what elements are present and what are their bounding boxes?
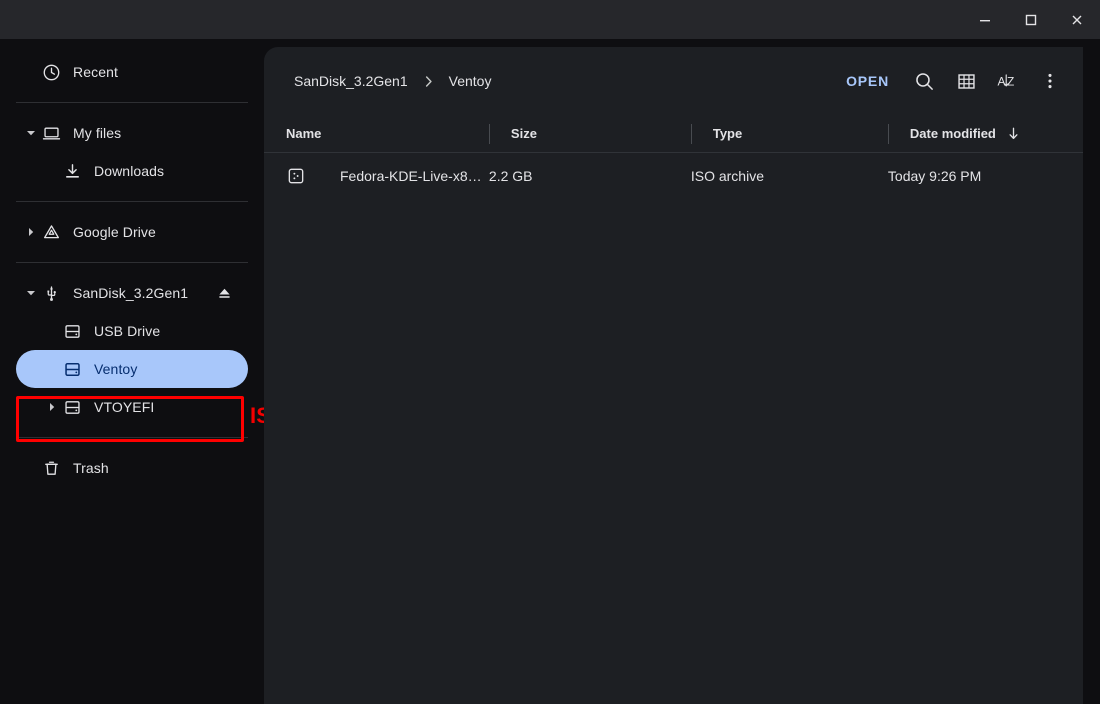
breadcrumb-item-current[interactable]: Ventoy xyxy=(441,67,500,95)
column-divider xyxy=(690,123,692,144)
sidebar-item-label: Trash xyxy=(73,460,109,476)
column-header-size[interactable]: Size xyxy=(488,115,691,153)
column-header-date-modified[interactable]: Date modified xyxy=(887,115,1083,153)
hard-drive-icon xyxy=(62,321,82,341)
chevron-right-icon[interactable] xyxy=(42,397,62,417)
open-button[interactable]: OPEN xyxy=(832,65,903,97)
sidebar-item-sandisk[interactable]: SanDisk_3.2Gen1 xyxy=(16,274,248,312)
sidebar-divider xyxy=(16,201,248,202)
file-list-header: Name Size Type Date modified xyxy=(264,115,1083,153)
sidebar-item-label: Google Drive xyxy=(73,224,156,240)
sidebar-item-label: Ventoy xyxy=(94,361,138,377)
column-divider xyxy=(488,123,490,144)
sidebar-item-ventoy[interactable]: Ventoy xyxy=(16,350,248,388)
sidebar-divider xyxy=(16,102,248,103)
hard-drive-icon xyxy=(62,359,82,379)
column-header-type[interactable]: Type xyxy=(690,115,888,153)
sidebar-item-label: Downloads xyxy=(94,163,165,179)
sidebar-item-recent[interactable]: Recent xyxy=(16,53,248,91)
computer-icon xyxy=(41,123,61,143)
breadcrumb: SanDisk_3.2Gen1 Ventoy xyxy=(286,67,832,95)
sidebar-divider xyxy=(16,437,248,438)
window-title-bar xyxy=(0,0,1100,39)
sidebar-item-vtoyefi[interactable]: VTOYEFI xyxy=(16,388,248,426)
file-name: Fedora-KDE-Live-x86… xyxy=(340,168,489,184)
chevron-right-icon xyxy=(416,75,441,88)
close-button[interactable] xyxy=(1054,0,1100,39)
chevron-down-icon[interactable] xyxy=(21,123,41,143)
download-icon xyxy=(62,161,82,181)
sidebar-item-my-files[interactable]: My files xyxy=(16,114,248,152)
usb-icon xyxy=(41,283,61,303)
sidebar-item-trash[interactable]: Trash xyxy=(16,449,248,487)
more-vert-icon[interactable] xyxy=(1029,60,1071,102)
cell-type: ISO archive xyxy=(690,168,764,184)
file-toolbar: SanDisk_3.2Gen1 Ventoy OPEN A Z xyxy=(264,47,1083,115)
svg-text:A: A xyxy=(997,74,1005,88)
clock-icon xyxy=(41,62,61,82)
column-header-name[interactable]: Name xyxy=(286,115,489,153)
sidebar-item-downloads[interactable]: Downloads xyxy=(16,152,248,190)
breadcrumb-item-root[interactable]: SanDisk_3.2Gen1 xyxy=(286,67,416,95)
eject-icon[interactable] xyxy=(214,283,234,303)
google-drive-icon xyxy=(41,222,61,242)
sidebar: Recent My files Downloads Google Drive S… xyxy=(0,39,264,704)
trash-icon xyxy=(41,458,61,478)
minimize-button[interactable] xyxy=(962,0,1008,39)
file-browser-panel: SanDisk_3.2Gen1 Ventoy OPEN A Z Name Siz… xyxy=(264,47,1083,704)
iso-archive-icon xyxy=(286,166,306,186)
sort-az-icon[interactable]: A Z xyxy=(987,60,1029,102)
sidebar-item-label: VTOYEFI xyxy=(94,399,155,415)
sidebar-item-label: SanDisk_3.2Gen1 xyxy=(73,285,189,301)
cell-name: Fedora-KDE-Live-x86… xyxy=(286,166,489,186)
hard-drive-icon xyxy=(62,397,82,417)
sidebar-item-usb-drive[interactable]: USB Drive xyxy=(16,312,248,350)
cell-date-modified: Today 9:26 PM xyxy=(887,168,982,184)
sidebar-divider xyxy=(16,262,248,263)
svg-text:Z: Z xyxy=(1007,74,1014,88)
table-row[interactable]: Fedora-KDE-Live-x86… 2.2 GB ISO archive … xyxy=(264,153,1083,199)
maximize-button[interactable] xyxy=(1008,0,1054,39)
sort-descending-arrow-icon xyxy=(1006,126,1021,141)
search-icon[interactable] xyxy=(903,60,945,102)
cell-size: 2.2 GB xyxy=(488,168,533,184)
sidebar-item-google-drive[interactable]: Google Drive xyxy=(16,213,248,251)
sidebar-item-label: USB Drive xyxy=(94,323,161,339)
chevron-right-icon[interactable] xyxy=(21,222,41,242)
chevron-down-icon[interactable] xyxy=(21,283,41,303)
grid-view-icon[interactable] xyxy=(945,60,987,102)
sidebar-item-label: Recent xyxy=(73,64,118,80)
sidebar-item-label: My files xyxy=(73,125,122,141)
column-divider xyxy=(887,123,889,144)
files-app-window: Recent My files Downloads Google Drive S… xyxy=(0,0,1100,704)
